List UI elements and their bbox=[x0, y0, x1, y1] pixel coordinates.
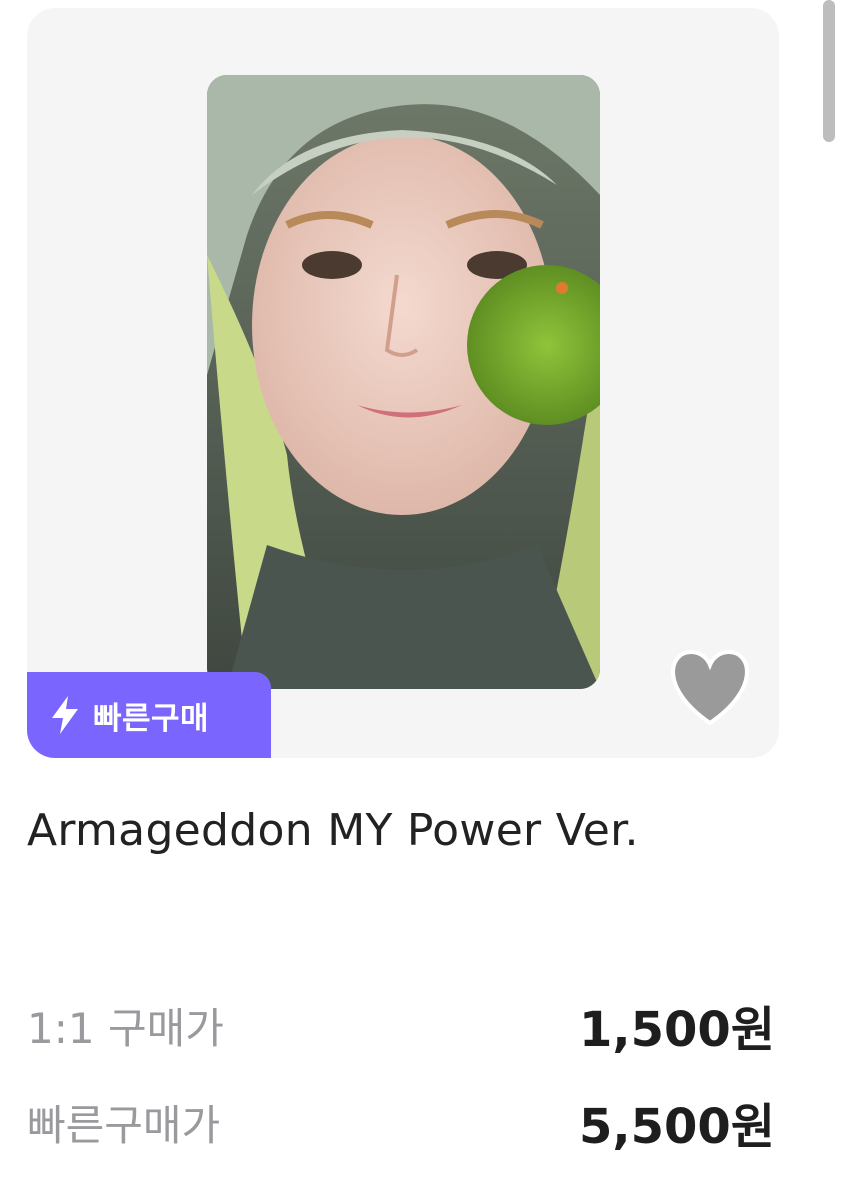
quick-buy-badge[interactable]: 빠른구매 bbox=[27, 672, 271, 758]
price-label: 1:1 구매가 bbox=[27, 1003, 224, 1053]
price-row-direct: 1:1 구매가 1,500원 bbox=[27, 990, 775, 1060]
heart-icon[interactable] bbox=[667, 648, 753, 726]
quick-buy-label: 빠른구매 bbox=[93, 700, 210, 737]
product-photo[interactable] bbox=[207, 75, 600, 689]
product-title: Armageddon MY Power Ver. bbox=[27, 805, 639, 856]
price-value: 1,500원 bbox=[579, 1002, 775, 1058]
photocard-image bbox=[207, 75, 600, 689]
price-row-quick: 빠른구매가 5,500원 bbox=[27, 1087, 775, 1157]
price-label: 빠른구매가 bbox=[27, 1100, 221, 1150]
product-card[interactable]: 빠른구매 bbox=[27, 8, 779, 758]
scrollbar[interactable] bbox=[823, 0, 835, 142]
lightning-bolt-icon bbox=[52, 696, 78, 734]
price-value: 5,500원 bbox=[579, 1099, 775, 1155]
